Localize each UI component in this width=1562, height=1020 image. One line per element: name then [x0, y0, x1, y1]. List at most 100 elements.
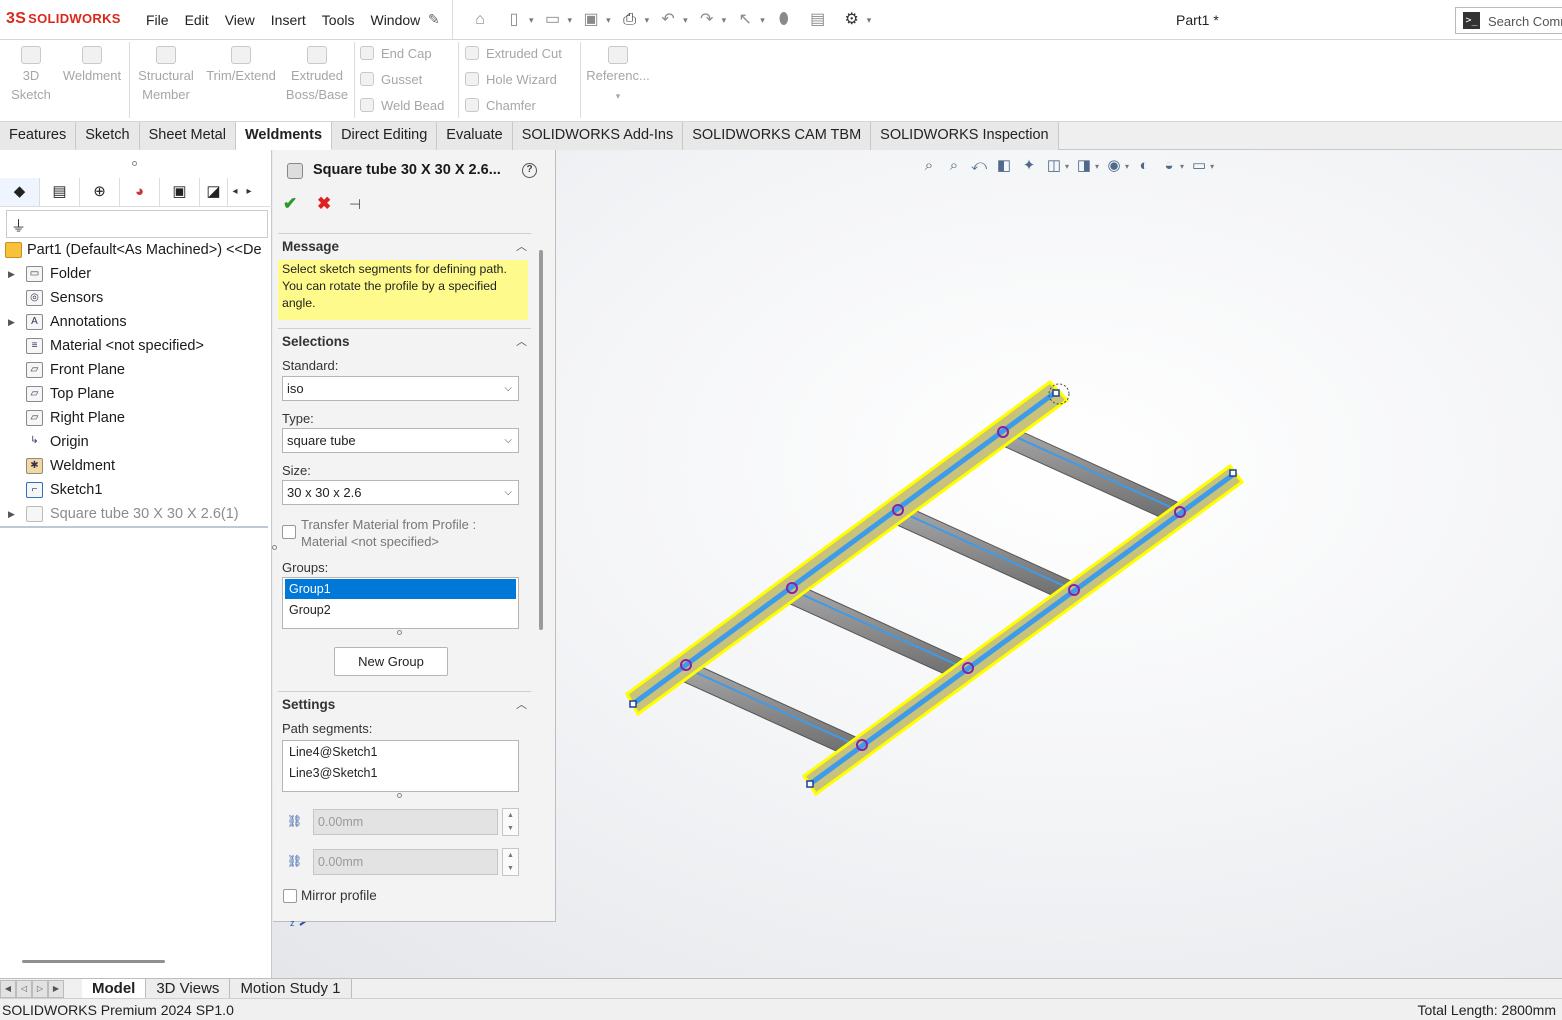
settings-section-header[interactable]: Settings ︿: [278, 691, 531, 715]
menu-edit[interactable]: Edit: [185, 12, 209, 28]
menu-view[interactable]: View: [225, 12, 255, 28]
chevron-down-icon[interactable]: ▾: [568, 15, 573, 26]
open-icon[interactable]: ▭: [544, 11, 562, 29]
menu-window[interactable]: Window: [370, 12, 420, 28]
chevron-down-icon[interactable]: ▾: [683, 15, 688, 26]
tab-weldments[interactable]: Weldments: [235, 122, 333, 150]
tree-item-sensors[interactable]: ◎ Sensors: [0, 286, 272, 310]
ok-button[interactable]: ✔: [283, 194, 297, 214]
groups-list[interactable]: Group1 Group2: [282, 577, 519, 629]
list-item-path[interactable]: Line3@Sketch1: [285, 763, 516, 783]
chevron-down-icon[interactable]: ▾: [529, 15, 534, 26]
list-item-group1[interactable]: Group1: [285, 579, 516, 599]
tree-root-part[interactable]: Part1 (Default<As Machined>) <<De: [0, 238, 272, 262]
chevron-down-icon[interactable]: ▾: [1180, 162, 1184, 171]
options-gear-icon[interactable]: ⚙: [843, 11, 861, 29]
tabs-scroll-right-icon[interactable]: ▸: [242, 186, 256, 197]
edit-appearance-icon[interactable]: ◐: [1135, 157, 1153, 175]
solidworks-logo[interactable]: 3S SOLIDWORKS: [6, 10, 121, 28]
tab-3d-views[interactable]: 3D Views: [146, 979, 231, 999]
tab-direct-editing[interactable]: Direct Editing: [332, 122, 438, 150]
zoom-to-fit-icon[interactable]: ⌕: [920, 157, 938, 175]
chevron-down-icon[interactable]: ▾: [722, 15, 727, 26]
tree-item-material[interactable]: ≡ Material <not specified>: [0, 334, 272, 358]
prev-tab-icon[interactable]: ◁: [16, 980, 32, 998]
zoom-to-area-icon[interactable]: ⌕: [945, 157, 963, 175]
tab-features[interactable]: Features: [0, 122, 77, 150]
display-style-icon[interactable]: ◨: [1075, 157, 1093, 175]
cancel-button[interactable]: ✖: [317, 194, 331, 214]
tab-model[interactable]: Model: [82, 979, 147, 999]
tree-item-sketch1[interactable]: ⌐ Sketch1: [0, 478, 272, 502]
property-manager-tab-icon[interactable]: ▤: [40, 177, 80, 206]
view-settings-icon[interactable]: ▭: [1190, 157, 1208, 175]
tab-motion-study[interactable]: Motion Study 1: [230, 979, 352, 999]
extruded-cut-button[interactable]: Extruded Cut: [465, 46, 562, 61]
chevron-down-icon[interactable]: ▾: [606, 15, 611, 26]
tree-item-weldment[interactable]: ✱ Weldment: [0, 454, 272, 478]
rail-line4[interactable]: [625, 380, 1070, 717]
mirror-profile-checkbox[interactable]: [283, 889, 297, 903]
save-icon[interactable]: ▣: [582, 11, 600, 29]
pm-vertical-scrollbar[interactable]: [539, 250, 543, 630]
trim-extend-button[interactable]: Trim/Extend: [203, 40, 279, 85]
end-cap-button[interactable]: End Cap: [360, 46, 432, 61]
tree-horizontal-scrollbar[interactable]: [22, 960, 165, 963]
collapse-caret-icon[interactable]: ︿: [516, 329, 527, 355]
pm-sash-handle[interactable]: [272, 545, 277, 550]
tree-item-origin[interactable]: ↳ Origin: [0, 430, 272, 454]
next-tab-icon[interactable]: ▷: [32, 980, 48, 998]
view-orientation-icon[interactable]: ◫: [1045, 157, 1063, 175]
expand-arrow-icon[interactable]: ▶: [8, 310, 15, 334]
transfer-material-checkbox[interactable]: [282, 525, 296, 539]
tree-item-annotations[interactable]: ▶ A Annotations: [0, 310, 272, 334]
tabs-scroll-left-icon[interactable]: ◂: [228, 186, 242, 197]
rollback-bar[interactable]: [0, 526, 268, 528]
path-segments-list[interactable]: Line4@Sketch1 Line3@Sketch1: [282, 740, 519, 792]
print-icon[interactable]: ⎙: [621, 11, 639, 29]
list-resize-handle[interactable]: [397, 630, 402, 635]
chevron-down-icon[interactable]: ▾: [1095, 162, 1099, 171]
help-icon[interactable]: ?: [522, 163, 537, 178]
tab-sketch[interactable]: Sketch: [76, 122, 140, 150]
tab-cam-tbm[interactable]: SOLIDWORKS CAM TBM: [683, 122, 872, 150]
hide-show-items-icon[interactable]: ◉: [1105, 157, 1123, 175]
tab-evaluate[interactable]: Evaluate: [437, 122, 513, 150]
gusset-button[interactable]: Gusset: [360, 72, 422, 87]
tab-addins[interactable]: SOLIDWORKS Add-Ins: [512, 122, 684, 150]
new-group-button[interactable]: New Group: [334, 647, 448, 676]
expand-arrow-icon[interactable]: ▶: [8, 262, 15, 286]
hole-wizard-button[interactable]: Hole Wizard: [465, 72, 557, 87]
tab-sheet-metal[interactable]: Sheet Metal: [139, 122, 236, 150]
undo-icon[interactable]: ↶: [659, 11, 677, 29]
previous-view-icon[interactable]: ⤺: [970, 157, 988, 175]
tree-filter-box[interactable]: ⏚: [6, 210, 268, 238]
weldment-button[interactable]: Weldment: [58, 40, 126, 85]
tree-item-front-plane[interactable]: ▱ Front Plane: [0, 358, 272, 382]
display-manager-tab-icon[interactable]: ◕: [120, 177, 160, 206]
tree-item-folder[interactable]: ▶ ▭ Folder: [0, 262, 272, 286]
3d-sketch-button[interactable]: 3D Sketch: [8, 40, 54, 104]
rebuild-icon[interactable]: ⬮: [775, 11, 793, 29]
section-view-icon[interactable]: ◧: [995, 157, 1013, 175]
tree-item-right-plane[interactable]: ▱ Right Plane: [0, 406, 272, 430]
select-icon[interactable]: ↖: [736, 11, 754, 29]
selections-section-header[interactable]: Selections ︿: [278, 328, 531, 352]
structural-member-button[interactable]: Structural Member: [133, 40, 199, 104]
chevron-down-icon[interactable]: ▾: [645, 15, 650, 26]
home-icon[interactable]: ⌂: [471, 11, 489, 29]
chevron-down-icon[interactable]: ▾: [867, 15, 872, 26]
gap2-spinner[interactable]: ▲ ▼: [502, 848, 519, 876]
chevron-down-icon[interactable]: ▾: [1065, 162, 1069, 171]
chamfer-button[interactable]: Chamfer: [465, 98, 536, 113]
search-commands-box[interactable]: >_ Search Comr: [1455, 7, 1562, 34]
panel-sash-handle[interactable]: [132, 161, 137, 166]
chevron-down-icon[interactable]: ▾: [1125, 162, 1129, 171]
message-section-header[interactable]: Message ︿: [278, 233, 531, 257]
inspection-tab-icon[interactable]: ◪: [200, 177, 228, 206]
menu-tools[interactable]: Tools: [322, 12, 355, 28]
new-document-icon[interactable]: ▯: [505, 11, 523, 29]
gap1-field[interactable]: 0.00mm: [313, 809, 498, 835]
collapse-caret-icon[interactable]: ︿: [516, 234, 527, 260]
pin-menu-icon[interactable]: ✎: [428, 11, 440, 28]
